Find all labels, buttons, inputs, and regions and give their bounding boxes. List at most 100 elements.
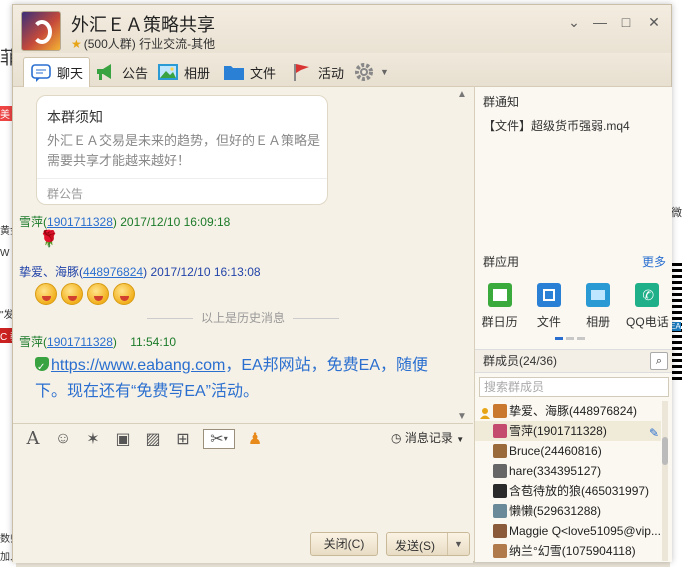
app-label: QQ电话 (626, 315, 669, 329)
tab-files[interactable]: 文件 (217, 57, 282, 87)
app-files[interactable]: 文件 (524, 283, 573, 330)
chat-message-area[interactable]: ▲ 本群须知 外汇ＥＡ交易是未来的趋势，但好的ＥＡ策略是需要共享才能越来越好！ … (13, 87, 473, 423)
member-search-input[interactable]: 搜索群成员 (479, 377, 669, 397)
magic-wand-icon[interactable]: ✶ (83, 429, 103, 449)
chevron-down-icon[interactable]: ▼ (447, 533, 469, 555)
member-row[interactable]: Maggie Q<love51095@vip.... (475, 521, 661, 541)
blowing-kiss-emoji-icon (35, 283, 57, 305)
avatar (493, 404, 507, 418)
tab-label: 文件 (250, 65, 277, 81)
chevron-down-icon: ▼ (456, 435, 465, 444)
sender-name[interactable]: 挚爱、海豚 (19, 265, 79, 279)
member-name: 挚爱、海豚(448976824) (509, 404, 638, 418)
app-page-indicator[interactable] (555, 337, 585, 340)
group-apps: 群日历 文件 相册 ✆ QQ电话 (475, 283, 672, 330)
flag-icon (291, 62, 313, 82)
close-button[interactable]: 关闭(C) (310, 532, 378, 556)
group-name: 外汇ＥＡ策略共享 (71, 15, 215, 35)
avatar (493, 464, 507, 478)
settings-menu[interactable]: ▼ (347, 57, 395, 87)
send-button[interactable]: 发送(S) ▼ (386, 532, 470, 556)
tab-bar: 聊天 公告 相册 文件 活动 ▼ (13, 53, 671, 87)
app-qq-call[interactable]: ✆ QQ电话 (623, 283, 672, 330)
close-window-button[interactable]: ✕ (645, 13, 663, 31)
member-row[interactable]: 含苞待放的狼(465031997) (475, 481, 661, 501)
avatar (493, 484, 507, 498)
message-link[interactable]: https://www.eabang.com (51, 357, 225, 374)
photo-icon (586, 283, 611, 307)
sender-qq[interactable]: 1901711328 (47, 335, 113, 349)
group-avatar[interactable] (21, 11, 61, 51)
sender-name[interactable]: 雪萍 (19, 335, 43, 349)
avatar (493, 524, 507, 538)
member-row[interactable]: 纳兰°幻雪(1075904118) (475, 541, 661, 561)
message-header: 雪萍(1901711328) 11:54:10 (19, 335, 177, 349)
member-row[interactable]: 挚爱、海豚(448976824) (475, 401, 661, 421)
edit-icon[interactable]: ✎ (649, 423, 659, 441)
maximize-button[interactable]: □ (617, 13, 635, 31)
message-history-button[interactable]: ◷ 消息记录 ▼ (391, 429, 464, 446)
scroll-up-icon[interactable]: ▲ (457, 89, 467, 100)
member-list-scrollbar[interactable] (662, 401, 668, 561)
more-apps-link[interactable]: 更多 (642, 253, 666, 270)
sender-qq[interactable]: 448976824 (83, 265, 143, 279)
message-header: 雪萍(1901711328) 2017/12/10 16:09:18 (19, 215, 231, 229)
blowing-kiss-emoji-icon (61, 283, 83, 305)
blowing-kiss-emoji-icon (113, 283, 135, 305)
gift-box-icon[interactable]: ▣ (113, 429, 133, 449)
member-name: 雪萍(1901711328) (509, 424, 607, 438)
message-header: 挚爱、海豚(448976824) 2017/12/10 16:13:08 (19, 265, 261, 279)
present-icon[interactable]: ⊞ (173, 429, 193, 449)
calendar-icon (487, 283, 512, 307)
tab-album[interactable]: 相册 (151, 57, 216, 87)
sender-name[interactable]: 雪萍 (19, 215, 43, 229)
emoji-icon[interactable]: ☺ (53, 429, 73, 449)
message-history-label: 消息记录 (404, 431, 453, 445)
notice-footer: 群公告 (37, 178, 327, 208)
dropdown-icon[interactable]: ⌄ (565, 13, 583, 31)
search-icon[interactable]: ⌕ (650, 352, 668, 370)
app-calendar[interactable]: 群日历 (475, 283, 524, 330)
bell-icon[interactable]: ♟ (245, 429, 265, 449)
minimize-button[interactable]: — (591, 13, 609, 31)
scissors-icon[interactable]: ✂ ▾ (203, 428, 235, 449)
owner-icon (479, 405, 491, 419)
blowing-kiss-emoji-icon (87, 283, 109, 305)
tab-activity[interactable]: 活动 (285, 57, 350, 87)
avatar (493, 504, 507, 518)
avatar (493, 544, 507, 558)
sender-qq[interactable]: 1901711328 (47, 215, 113, 229)
right-panel: 群通知 【文件】超级货币强弱.mq4 群应用 更多 群日历 文件 相册 ✆ QQ… (474, 87, 672, 562)
scroll-down-icon[interactable]: ▼ (457, 411, 467, 422)
member-row[interactable]: 懒懒(529631288) (475, 501, 661, 521)
title-bar[interactable]: 外汇ＥＡ策略共享 ★ (500人群) 行业交流-其他 ⌄ — □ ✕ (13, 5, 671, 53)
member-row[interactable]: 雪萍(1901711328) ✎ (475, 421, 661, 441)
member-row[interactable]: Bruce(24460816) (475, 441, 661, 461)
group-meta-text: (500人群) 行业交流-其他 (83, 37, 216, 51)
file-share-icon (536, 283, 561, 307)
avatar (493, 444, 507, 458)
shield-icon (35, 355, 49, 381)
scrollbar-thumb[interactable] (662, 437, 668, 465)
message-time: 11:54:10 (130, 335, 177, 349)
folder-icon (223, 62, 245, 82)
app-album[interactable]: 相册 (574, 283, 623, 330)
image-icon[interactable]: ▨ (143, 429, 163, 449)
chat-icon (30, 63, 52, 83)
font-icon[interactable]: A (23, 428, 43, 449)
tab-chat[interactable]: 聊天 (23, 57, 91, 87)
group-notice-card[interactable]: 本群须知 外汇ＥＡ交易是未来的趋势，但好的ＥＡ策略是需要共享才能越来越好！ 群公… (36, 95, 328, 205)
notice-file-item[interactable]: 【文件】超级货币强弱.mq4 (483, 117, 630, 134)
tab-label: 聊天 (57, 66, 84, 81)
emoji-group (35, 283, 135, 305)
members-title: 群成员(24/36) (483, 354, 558, 368)
notice-title: 本群须知 (47, 109, 103, 125)
tab-announcement[interactable]: 公告 (89, 57, 154, 87)
message-body: https://www.eabang.com，EA邦网站，免费EA，随便下。现在… (35, 353, 455, 405)
message-time: 2017/12/10 16:13:08 (150, 265, 261, 279)
tab-label: 相册 (184, 65, 211, 81)
member-row[interactable]: hare(334395127) (475, 461, 661, 481)
avatar (493, 424, 507, 438)
tab-label: 公告 (122, 65, 149, 81)
star-icon: ★ (71, 37, 82, 51)
